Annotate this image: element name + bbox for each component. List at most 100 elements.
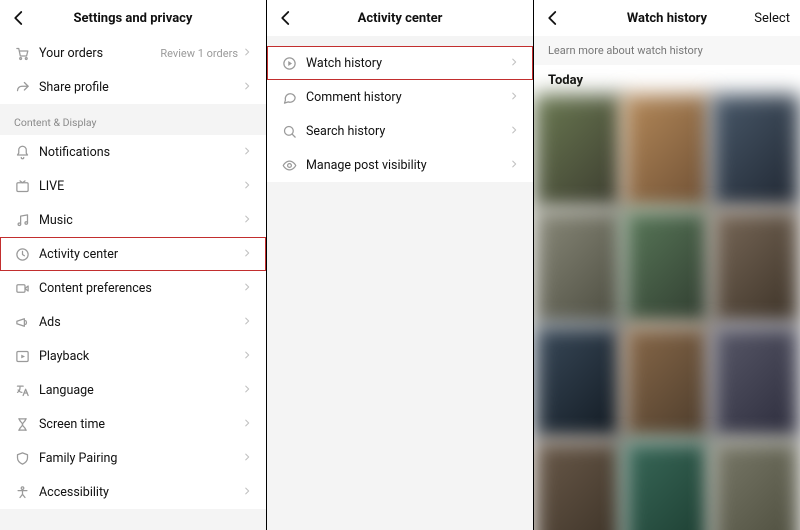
list-item-label: Share profile — [39, 80, 242, 95]
list-item-label: Screen time — [39, 417, 242, 432]
video-thumbnail-grid — [534, 94, 800, 530]
list-item[interactable]: Comment history — [267, 80, 533, 114]
chevron-right-icon — [509, 56, 519, 71]
share-icon — [14, 79, 30, 95]
back-arrow-icon[interactable] — [544, 9, 562, 27]
video-thumbnail[interactable] — [623, 94, 712, 209]
today-heading: Today — [534, 65, 800, 94]
chevron-right-icon — [242, 315, 252, 330]
live-icon — [14, 178, 30, 194]
list-item[interactable]: Music — [0, 203, 266, 237]
chevron-right-icon — [242, 213, 252, 228]
list-item[interactable]: Your ordersReview 1 orders — [0, 36, 266, 70]
activity-center-panel: Activity center Watch history Comment his… — [267, 0, 533, 530]
list-item[interactable]: Family Pairing — [0, 441, 266, 475]
chevron-right-icon — [242, 485, 252, 500]
settings-title: Settings and privacy — [0, 11, 266, 26]
music-icon — [14, 212, 30, 228]
watch-history-body: Learn more about watch history Today — [534, 36, 800, 530]
watch-history-header: Watch history Select — [534, 0, 800, 36]
chevron-right-icon — [242, 80, 252, 95]
video-thumbnail[interactable] — [534, 440, 623, 530]
clock-icon — [14, 246, 30, 262]
activity-list: Watch history Comment history Search histo… — [267, 46, 533, 182]
list-item-label: Comment history — [306, 90, 509, 105]
comment-icon — [281, 89, 297, 105]
select-button[interactable]: Select — [754, 11, 790, 26]
learn-more-link[interactable]: Learn more about watch history — [534, 36, 800, 65]
list-item[interactable]: Notifications — [0, 135, 266, 169]
list-item[interactable]: Content preferences — [0, 271, 266, 305]
cart-icon — [14, 45, 30, 61]
list-item-label: Accessibility — [39, 485, 242, 500]
chevron-right-icon — [242, 383, 252, 398]
video-thumbnail[interactable] — [534, 94, 623, 209]
hourglass-icon — [14, 416, 30, 432]
settings-main-list: Notifications LIVE Music Activity center Con… — [0, 135, 266, 509]
back-arrow-icon[interactable] — [277, 9, 295, 27]
chevron-right-icon — [509, 124, 519, 139]
language-icon — [14, 382, 30, 398]
settings-top-list: Your ordersReview 1 orders Share profile — [0, 36, 266, 104]
chevron-right-icon — [242, 145, 252, 160]
list-item[interactable]: Share profile — [0, 70, 266, 104]
list-item[interactable]: Search history — [267, 114, 533, 148]
list-item-label: Music — [39, 213, 242, 228]
chevron-right-icon — [242, 451, 252, 466]
chevron-right-icon — [242, 247, 252, 262]
video-thumbnail[interactable] — [711, 325, 800, 440]
list-item-label: Search history — [306, 124, 509, 139]
list-item-label: Watch history — [306, 56, 509, 71]
video-thumbnail[interactable] — [534, 325, 623, 440]
chevron-right-icon — [242, 349, 252, 364]
shield-icon — [14, 450, 30, 466]
play-square-icon — [14, 348, 30, 364]
chevron-right-icon — [242, 417, 252, 432]
chevron-right-icon — [242, 46, 252, 61]
list-item[interactable]: Screen time — [0, 407, 266, 441]
settings-panel: Settings and privacy Your ordersReview 1… — [0, 0, 266, 530]
video-thumbnail[interactable] — [623, 325, 712, 440]
watch-history-panel: Watch history Select Learn more about wa… — [534, 0, 800, 530]
list-item-label: Family Pairing — [39, 451, 242, 466]
chevron-right-icon — [242, 281, 252, 296]
list-item-label: Your orders — [39, 46, 160, 61]
list-item-label: Content preferences — [39, 281, 242, 296]
search-icon — [281, 123, 297, 139]
settings-header: Settings and privacy — [0, 0, 266, 36]
video-thumbnail[interactable] — [623, 209, 712, 324]
list-item-label: Ads — [39, 315, 242, 330]
video-icon — [14, 280, 30, 296]
list-item[interactable]: LIVE — [0, 169, 266, 203]
list-item[interactable]: Playback — [0, 339, 266, 373]
bell-icon — [14, 144, 30, 160]
list-item-label: Activity center — [39, 247, 242, 262]
video-thumbnail[interactable] — [623, 440, 712, 530]
back-arrow-icon[interactable] — [10, 9, 28, 27]
play-circle-icon — [281, 55, 297, 71]
list-item[interactable]: Ads — [0, 305, 266, 339]
eye-icon — [281, 157, 297, 173]
list-item[interactable]: Manage post visibility — [267, 148, 533, 182]
list-item-label: LIVE — [39, 179, 242, 194]
list-item[interactable]: Activity center — [0, 237, 266, 271]
chevron-right-icon — [242, 179, 252, 194]
list-item[interactable]: Language — [0, 373, 266, 407]
video-thumbnail[interactable] — [711, 209, 800, 324]
activity-title: Activity center — [267, 11, 533, 26]
video-thumbnail[interactable] — [711, 440, 800, 530]
video-thumbnail[interactable] — [711, 94, 800, 209]
list-item-label: Manage post visibility — [306, 158, 509, 173]
list-item-trail: Review 1 orders — [160, 47, 238, 60]
megaphone-icon — [14, 314, 30, 330]
list-item-label: Playback — [39, 349, 242, 364]
section-content-display: Content & Display — [0, 104, 266, 135]
list-item[interactable]: Accessibility — [0, 475, 266, 509]
chevron-right-icon — [509, 158, 519, 173]
chevron-right-icon — [509, 90, 519, 105]
list-item-label: Language — [39, 383, 242, 398]
list-item-label: Notifications — [39, 145, 242, 160]
activity-header: Activity center — [267, 0, 533, 36]
list-item[interactable]: Watch history — [267, 46, 533, 80]
video-thumbnail[interactable] — [534, 209, 623, 324]
